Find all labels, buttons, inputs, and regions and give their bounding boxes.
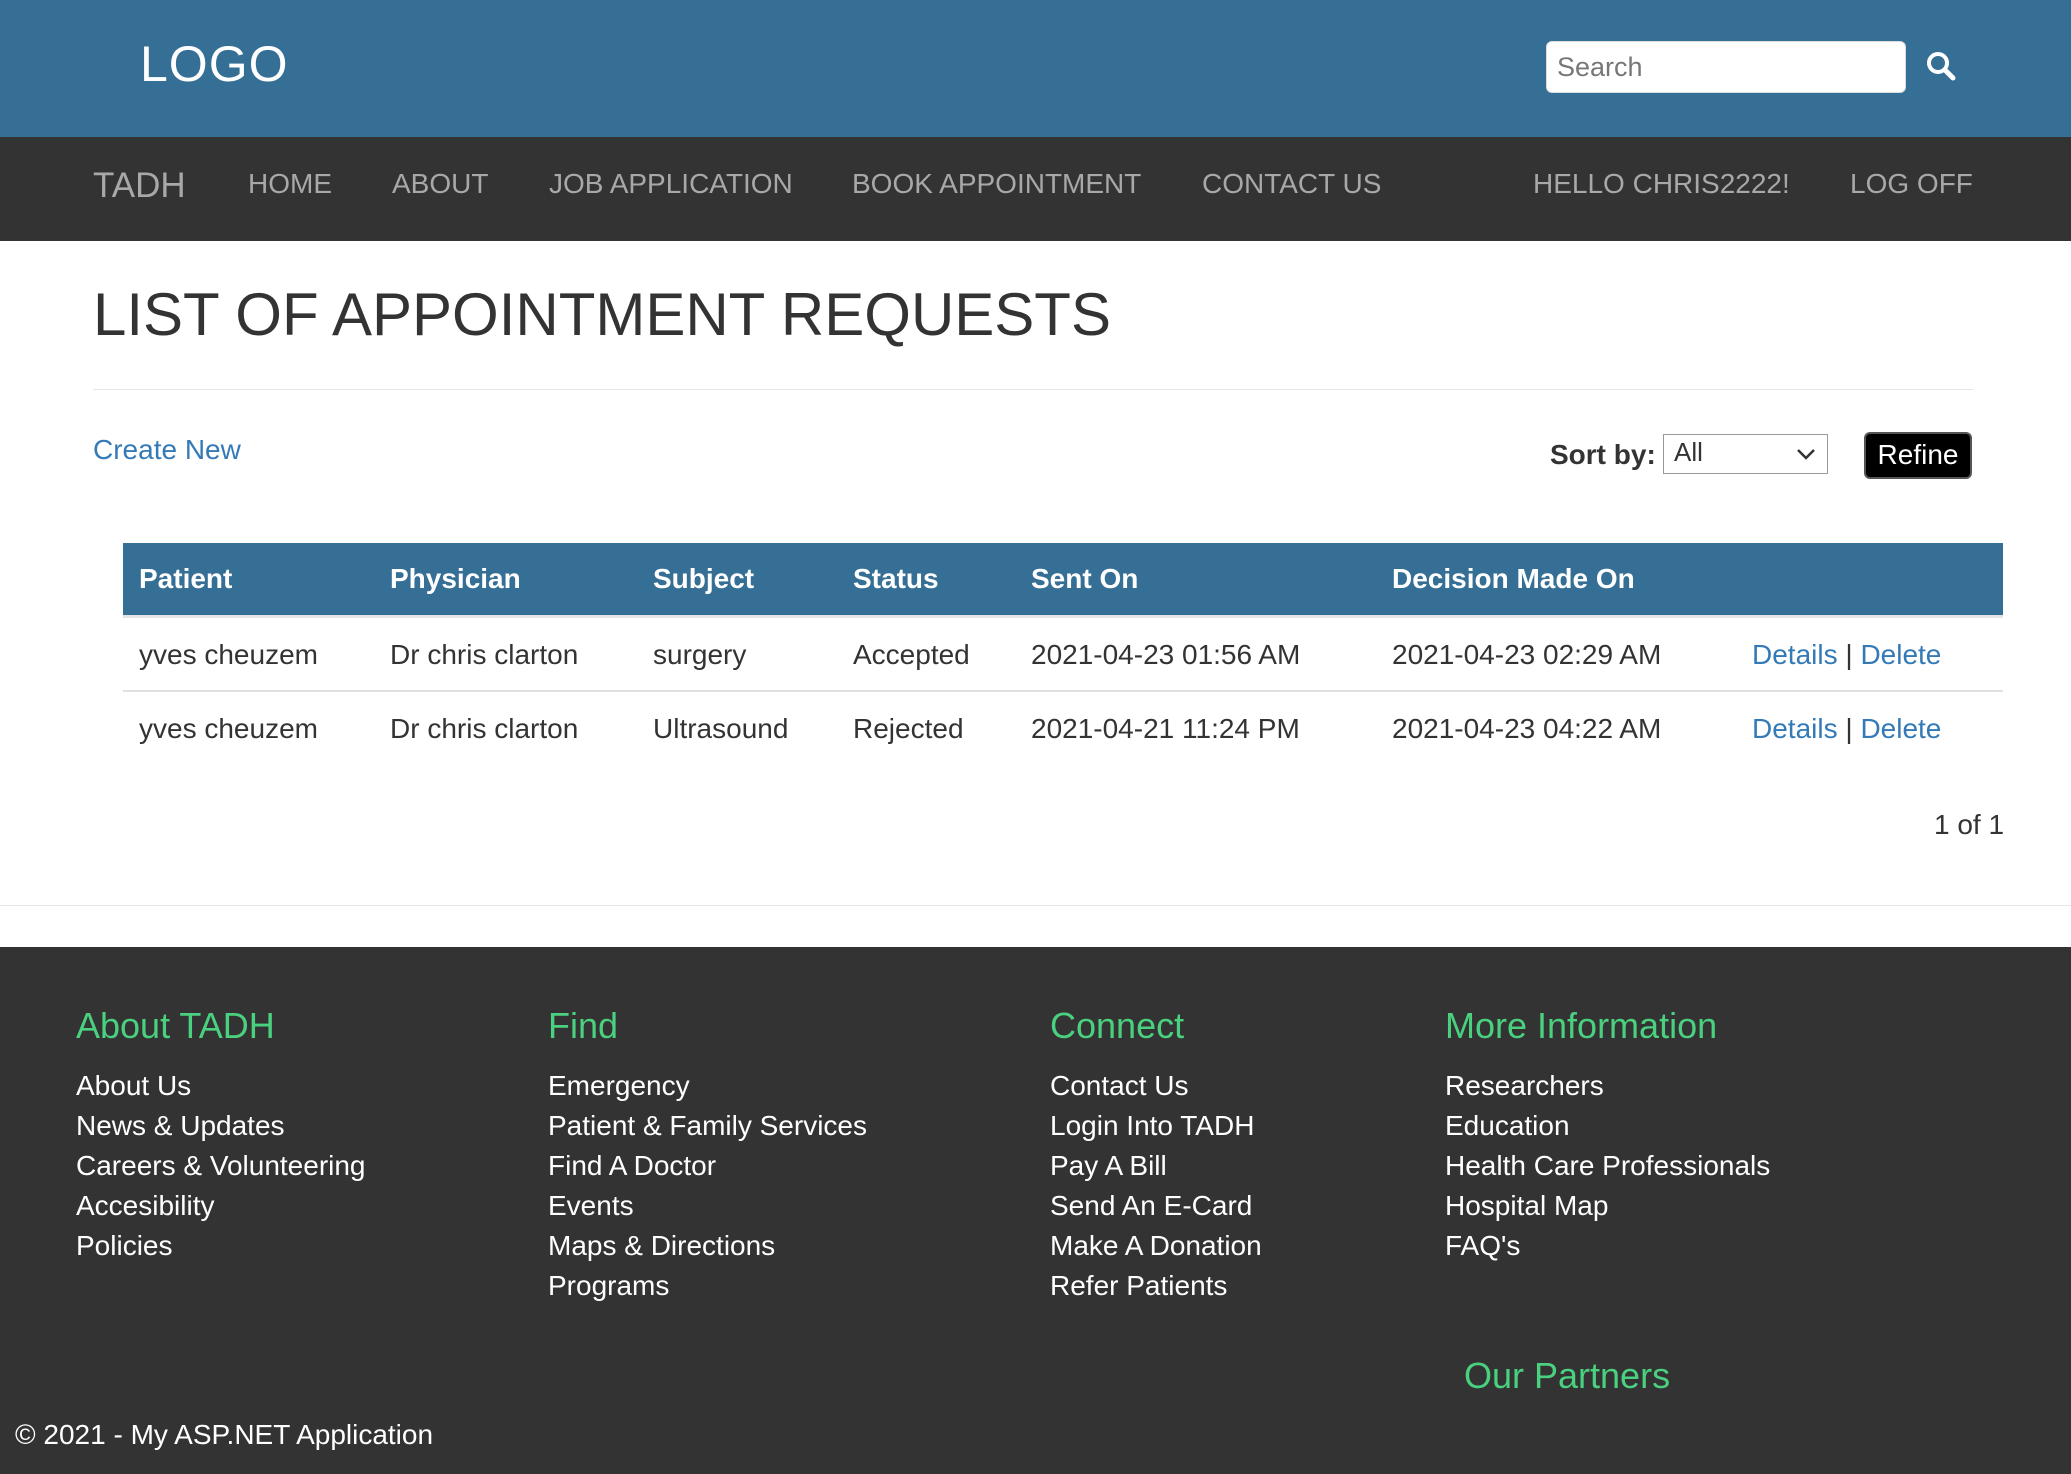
- footer-link-events[interactable]: Events: [548, 1190, 634, 1222]
- create-new-link[interactable]: Create New: [93, 434, 241, 466]
- nav-job-application[interactable]: JOB APPLICATION: [549, 168, 793, 200]
- footer-link-refer[interactable]: Refer Patients: [1050, 1270, 1227, 1302]
- nav-book-appointment[interactable]: BOOK APPOINTMENT: [852, 168, 1141, 200]
- action-separator: |: [1845, 639, 1853, 670]
- footer-link-hcp[interactable]: Health Care Professionals: [1445, 1150, 1770, 1182]
- row-actions: Details | Delete: [1752, 639, 1941, 671]
- nav-greeting[interactable]: HELLO CHRIS2222!: [1533, 168, 1790, 200]
- cell-patient: yves cheuzem: [139, 713, 318, 744]
- footer-link-donation[interactable]: Make A Donation: [1050, 1230, 1262, 1262]
- footer-link-accessibility[interactable]: Accesibility: [76, 1190, 214, 1222]
- footer-link-researchers[interactable]: Researchers: [1445, 1070, 1604, 1102]
- col-header-subject[interactable]: Subject: [653, 563, 754, 595]
- title-divider: [93, 389, 1973, 390]
- logo[interactable]: LOGO: [140, 35, 288, 93]
- footer-heading-about: About TADH: [76, 1005, 275, 1046]
- cell-sent-on: 2021-04-21 11:24 PM: [1031, 713, 1300, 744]
- row-divider: [123, 690, 2003, 692]
- col-header-decision-made-on[interactable]: Decision Made On: [1392, 563, 1635, 595]
- col-header-physician[interactable]: Physician: [390, 563, 521, 595]
- action-separator: |: [1845, 713, 1853, 744]
- copyright: © 2021 - My ASP.NET Application: [15, 1419, 434, 1450]
- cell-subject: surgery: [653, 639, 747, 670]
- footer-link-education[interactable]: Education: [1445, 1110, 1570, 1142]
- footer-link-programs[interactable]: Programs: [548, 1270, 669, 1302]
- details-link[interactable]: Details: [1752, 713, 1838, 744]
- col-header-sent-on[interactable]: Sent On: [1031, 563, 1138, 595]
- footer-link-maps[interactable]: Maps & Directions: [548, 1230, 775, 1262]
- search-input[interactable]: [1546, 41, 1906, 93]
- refine-button[interactable]: Refine: [1864, 432, 1972, 479]
- cell-patient: yves cheuzem: [139, 639, 318, 670]
- footer-link-ecard[interactable]: Send An E-Card: [1050, 1190, 1252, 1222]
- nav-about[interactable]: ABOUT: [392, 168, 488, 200]
- sort-select-value: All: [1674, 437, 1703, 467]
- footer-link-about-us[interactable]: About Us: [76, 1070, 191, 1102]
- footer-heading-more-info: More Information: [1445, 1005, 1718, 1046]
- cell-sent-on: 2021-04-23 01:56 AM: [1031, 639, 1301, 670]
- delete-link[interactable]: Delete: [1860, 639, 1941, 670]
- cell-status: Rejected: [853, 713, 964, 744]
- col-header-patient[interactable]: Patient: [139, 563, 232, 595]
- search-button[interactable]: [1922, 47, 1962, 87]
- sort-label: Sort by:: [1550, 439, 1656, 470]
- cell-decision: 2021-04-23 02:29 AM: [1392, 639, 1662, 670]
- footer-link-policies[interactable]: Policies: [76, 1230, 172, 1262]
- details-link[interactable]: Details: [1752, 639, 1838, 670]
- footer-heading-connect: Connect: [1050, 1005, 1185, 1046]
- cell-subject: Ultrasound: [653, 713, 789, 744]
- footer-link-contact-us[interactable]: Contact Us: [1050, 1070, 1189, 1102]
- delete-link[interactable]: Delete: [1860, 713, 1941, 744]
- footer-link-emergency[interactable]: Emergency: [548, 1070, 690, 1102]
- chevron-down-icon: [1797, 449, 1815, 460]
- footer-link-careers[interactable]: Careers & Volunteering: [76, 1150, 366, 1182]
- footer-link-hospital-map[interactable]: Hospital Map: [1445, 1190, 1608, 1222]
- cell-physician: Dr chris clarton: [390, 639, 579, 670]
- footer-link-patient-family[interactable]: Patient & Family Services: [548, 1110, 867, 1142]
- page-title: LIST OF APPOINTMENT REQUESTS: [93, 281, 1111, 348]
- nav-home[interactable]: HOME: [248, 168, 332, 200]
- footer-link-news[interactable]: News & Updates: [76, 1110, 285, 1142]
- cell-status: Accepted: [853, 639, 970, 670]
- pager: 1 of 1: [1934, 809, 2005, 840]
- col-header-status[interactable]: Status: [853, 563, 939, 595]
- cell-physician: Dr chris clarton: [390, 713, 579, 744]
- nav-contact-us[interactable]: CONTACT US: [1202, 168, 1381, 200]
- footer-heading-find: Find: [548, 1005, 619, 1046]
- row-actions: Details | Delete: [1752, 713, 1941, 745]
- nav-brand[interactable]: TADH: [93, 166, 186, 206]
- footer-heading-partners: Our Partners: [1464, 1355, 1671, 1396]
- nav-log-off[interactable]: LOG OFF: [1850, 168, 1973, 200]
- search-icon: [1927, 52, 1956, 81]
- cell-decision: 2021-04-23 04:22 AM: [1392, 713, 1662, 744]
- footer-link-find-doctor[interactable]: Find A Doctor: [548, 1150, 716, 1182]
- sort-select[interactable]: All: [1663, 434, 1828, 474]
- footer: [0, 947, 2071, 1474]
- footer-link-faq[interactable]: FAQ's: [1445, 1230, 1520, 1262]
- footer-link-login[interactable]: Login Into TADH: [1050, 1110, 1254, 1142]
- content-divider: [0, 905, 2071, 906]
- footer-link-pay-bill[interactable]: Pay A Bill: [1050, 1150, 1167, 1182]
